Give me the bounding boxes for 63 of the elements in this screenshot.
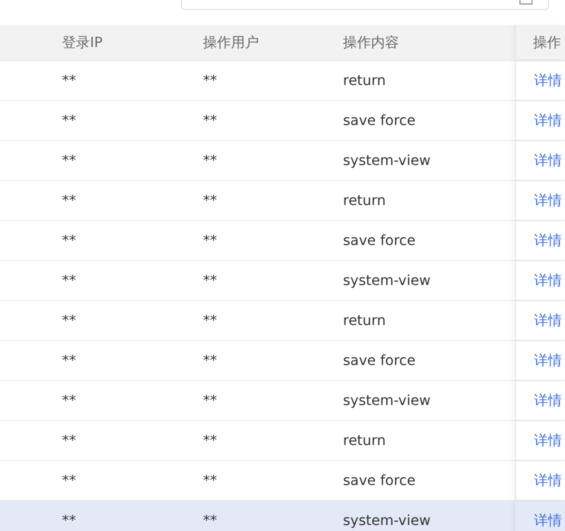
table-cell: return <box>343 192 386 208</box>
table-cell: ** <box>203 152 217 168</box>
table-cell: system-view <box>343 272 431 288</box>
table-cell: ** <box>62 152 76 168</box>
table-cell: system-view <box>343 392 431 408</box>
table-cell: ** <box>62 272 76 288</box>
table-cell: ** <box>62 112 76 128</box>
table-cell: ** <box>62 72 76 88</box>
details-link[interactable]: 详情 <box>534 272 562 290</box>
table-row[interactable]: ** ** system-view 详情 <box>0 381 565 421</box>
table-cell: ** <box>203 72 217 88</box>
table-cell: ** <box>62 232 76 248</box>
table-cell: ** <box>62 192 76 208</box>
table-cell: system-view <box>343 152 431 168</box>
table-cell: return <box>343 432 386 448</box>
column-header: 操作用户 <box>202 34 260 52</box>
table-row[interactable]: ** ** return 详情 <box>0 421 565 461</box>
table-row[interactable]: ** ** system-view 详情 <box>0 501 565 531</box>
details-link[interactable]: 详情 <box>534 432 562 450</box>
table-row[interactable]: ** ** return 详情 <box>0 301 565 341</box>
table-cell: ** <box>203 232 217 248</box>
table-cell: save force <box>343 352 416 368</box>
details-link[interactable]: 详情 <box>534 112 562 130</box>
table-cell: ** <box>62 472 76 488</box>
column-header: 操作 <box>515 25 565 60</box>
table-cell: ** <box>203 512 217 528</box>
details-link[interactable]: 详情 <box>534 312 562 330</box>
table-cell: save force <box>343 232 416 248</box>
table-cell: save force <box>343 472 416 488</box>
table-cell: ** <box>62 312 76 328</box>
table-row[interactable]: ** ** system-view 详情 <box>0 261 565 301</box>
table-cell: return <box>343 72 386 88</box>
table-cell: ** <box>203 392 217 408</box>
column-header: 操作内容 <box>342 34 400 52</box>
table-row[interactable]: ** ** system-view 详情 <box>0 141 565 181</box>
table-row[interactable]: ** ** save force 详情 <box>0 341 565 381</box>
table-cell: ** <box>62 352 76 368</box>
table-row[interactable]: ** ** save force 详情 <box>0 221 565 261</box>
table-cell: return <box>343 312 386 328</box>
table-cell: ** <box>203 272 217 288</box>
table-cell: ** <box>62 392 76 408</box>
table-cell: ** <box>203 312 217 328</box>
column-header: 登录IP <box>61 34 104 52</box>
details-link[interactable]: 详情 <box>534 512 562 530</box>
table-cell: ** <box>62 432 76 448</box>
details-link[interactable]: 详情 <box>534 232 562 250</box>
details-link[interactable]: 详情 <box>534 192 562 210</box>
table-cell: ** <box>62 512 76 528</box>
table-cell: ** <box>203 112 217 128</box>
table-cell: ** <box>203 352 217 368</box>
table-cell: ** <box>203 432 217 448</box>
details-link[interactable]: 详情 <box>534 352 562 370</box>
details-link[interactable]: 详情 <box>534 392 562 410</box>
table-row[interactable]: ** ** return 详情 <box>0 181 565 221</box>
table-cell: ** <box>203 472 217 488</box>
details-link[interactable]: 详情 <box>534 72 562 90</box>
table-cell: system-view <box>343 512 431 528</box>
table-row[interactable]: ** ** save force 详情 <box>0 101 565 141</box>
table-cell: save force <box>343 112 416 128</box>
details-link[interactable]: 详情 <box>534 472 562 490</box>
table-cell: ** <box>203 192 217 208</box>
table-row[interactable]: ** ** return 详情 <box>0 61 565 101</box>
details-link[interactable]: 详情 <box>534 152 562 170</box>
